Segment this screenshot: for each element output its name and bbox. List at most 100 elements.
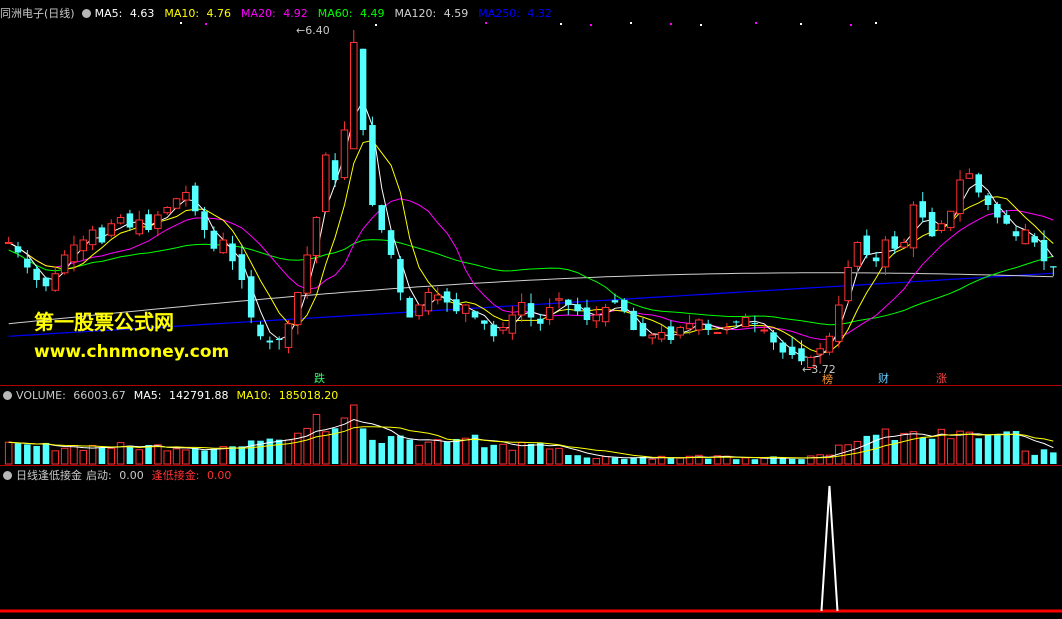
candle-body <box>163 207 171 214</box>
volume-label: VOLUME: 66003.67 <box>16 389 126 402</box>
candle-body <box>844 267 852 302</box>
volume-bar <box>788 458 796 464</box>
candle-body <box>303 254 311 294</box>
marker-die[interactable]: 跌 <box>313 373 326 385</box>
indicator-name: 日线逢低接金 <box>16 469 82 482</box>
volume-bar <box>1021 450 1030 465</box>
signal-dot <box>375 24 377 26</box>
ma-legend-item: MA10: 4.76 <box>164 7 232 20</box>
candle-body <box>210 230 218 249</box>
candle-body <box>751 323 759 325</box>
candle-body <box>853 242 862 267</box>
candle-body <box>583 307 591 320</box>
candle-body <box>70 244 78 263</box>
candle-body <box>257 324 264 337</box>
candle-body <box>909 204 918 249</box>
volume-bar <box>98 447 106 464</box>
volume-bar <box>247 440 255 464</box>
volume-bar <box>490 444 497 464</box>
volume-bar <box>415 444 423 465</box>
volume-bar <box>1050 452 1057 464</box>
volume-bar <box>60 447 69 465</box>
signal-dot <box>755 22 757 24</box>
volume-bar <box>42 442 50 464</box>
volume-bar <box>499 443 507 465</box>
candle-body <box>657 332 666 340</box>
period-label: (日线) <box>44 7 75 20</box>
candle-body <box>350 42 358 150</box>
signal-dot <box>670 23 672 25</box>
candle-body <box>984 195 992 205</box>
indicator-settings-circle-icon[interactable] <box>3 471 12 480</box>
candle-body <box>471 311 479 318</box>
candle-body <box>490 324 497 337</box>
candle-body <box>238 254 246 280</box>
volume-bar <box>741 457 750 465</box>
candle-body <box>191 185 199 212</box>
volume-bar <box>191 448 199 464</box>
settings-circle-icon[interactable] <box>81 9 91 18</box>
volume-settings-circle-icon[interactable] <box>3 391 12 400</box>
candle-body <box>639 323 647 337</box>
volume-bar <box>751 459 759 464</box>
ma-legend-item: MA250: 4.32 <box>478 7 552 20</box>
candle-body <box>1040 239 1048 262</box>
marker-bang[interactable]: 榜 <box>821 374 834 386</box>
candle-body <box>676 327 685 336</box>
candle-body <box>1031 236 1038 243</box>
candle-body <box>247 276 255 318</box>
candle-body <box>14 246 22 253</box>
volume-bar <box>527 443 535 464</box>
volume-bar <box>145 444 152 464</box>
volume-bar <box>574 455 581 464</box>
candle-body <box>611 300 619 303</box>
volume-bar <box>965 431 974 465</box>
volume-bar <box>984 435 992 464</box>
candle-body <box>788 346 796 355</box>
candle-body <box>946 210 955 229</box>
volume-bar <box>350 404 358 465</box>
volume-bar <box>51 450 60 465</box>
candle-body <box>397 259 404 293</box>
candle-body <box>704 323 712 330</box>
volume-bar <box>919 437 927 464</box>
volume-bar <box>182 449 190 465</box>
signal-dot <box>630 22 632 24</box>
candle-body <box>685 323 694 330</box>
candle-body <box>98 227 106 243</box>
signal-dot <box>875 22 877 24</box>
volume-bar <box>779 458 787 464</box>
high-price-value: 6.40 <box>305 24 330 37</box>
candle-body <box>42 277 50 287</box>
volume-bar <box>481 447 488 464</box>
volume-bar <box>33 445 40 464</box>
candle-body <box>415 304 423 317</box>
volume-bar <box>303 427 311 465</box>
volume-bar <box>201 450 208 464</box>
signal-dot <box>205 23 207 25</box>
main-panel-header: 同洲电子(日线) MA5: 4.63 MA10: 4.76 MA20: 4.92 MA6… <box>0 6 566 22</box>
volume-bar <box>592 457 601 465</box>
candle-body <box>275 338 283 340</box>
candle-body <box>461 304 470 314</box>
volume-bar <box>322 431 330 465</box>
candle-body <box>975 174 982 193</box>
volume-bar <box>565 455 572 464</box>
volume-bar <box>312 413 321 465</box>
candle-body <box>517 302 526 316</box>
marker-zhang[interactable]: 涨 <box>935 373 948 385</box>
indicator-qidong: 启动: 0.00 <box>86 469 144 482</box>
volume-bar <box>107 447 116 465</box>
candle-body <box>406 297 414 318</box>
volume-bar <box>1003 431 1010 464</box>
candle-body <box>695 319 703 331</box>
high-price-label: ←6.40 <box>296 24 330 37</box>
chart-window[interactable]: 同洲电子(日线) MA5: 4.63 MA10: 4.76 MA20: 4.92 MA6… <box>0 0 1062 619</box>
candle-body <box>601 307 610 323</box>
volume-bar <box>760 457 768 465</box>
volume-bar <box>583 457 591 464</box>
marker-cai[interactable]: 财 <box>877 373 890 385</box>
candle-body <box>863 235 871 255</box>
candle-body <box>537 318 544 324</box>
volume-bar <box>453 438 460 464</box>
